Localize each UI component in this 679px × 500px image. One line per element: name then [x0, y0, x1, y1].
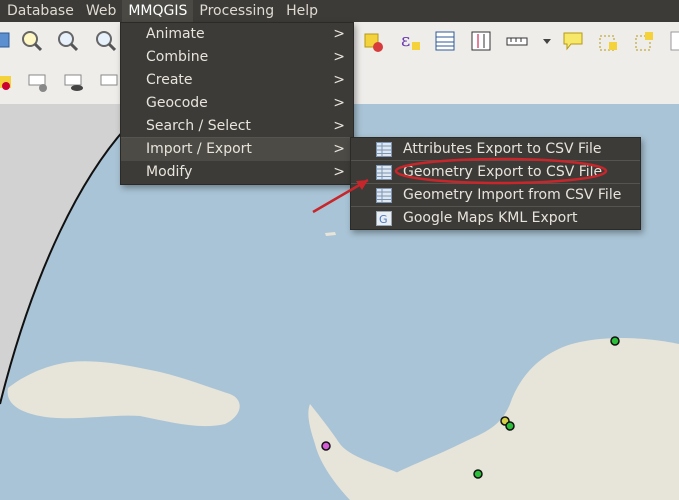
- label-pin-icon[interactable]: [28, 72, 50, 94]
- submenu-arrow-icon: >: [333, 26, 345, 42]
- zoom-out-icon[interactable]: [56, 30, 78, 52]
- submenu-item-kml-export[interactable]: G Google Maps KML Export: [351, 207, 640, 230]
- attribute-table-icon[interactable]: [434, 30, 456, 52]
- submenu-arrow-icon: >: [333, 49, 345, 65]
- submenu-arrow-icon: >: [333, 118, 345, 134]
- new-shapefile-icon[interactable]: [598, 30, 620, 52]
- toolbar-more-icon[interactable]: [666, 30, 679, 52]
- menu-item-search-select[interactable]: Search / Select >: [121, 115, 353, 138]
- menu-item-label: Modify: [146, 164, 193, 180]
- svg-text:ε: ε: [401, 30, 410, 51]
- submenu-item-label: Google Maps KML Export: [403, 210, 578, 226]
- menu-item-modify[interactable]: Modify >: [121, 161, 353, 184]
- menu-item-label: Create: [146, 72, 193, 88]
- measure-icon[interactable]: [506, 30, 528, 52]
- google-icon: G: [376, 211, 392, 226]
- submenu-arrow-icon: >: [333, 72, 345, 88]
- menubar: Database Web MMQGIS Processing Help: [0, 0, 679, 22]
- menu-help[interactable]: Help: [280, 0, 324, 22]
- select-features-icon[interactable]: [363, 32, 385, 54]
- menu-item-label: Import / Export: [146, 141, 252, 157]
- label-icon[interactable]: [0, 72, 16, 94]
- menu-processing[interactable]: Processing: [193, 0, 280, 22]
- statistics-icon[interactable]: [470, 30, 492, 52]
- label-show-icon[interactable]: [64, 72, 86, 94]
- menu-item-label: Geocode: [146, 95, 208, 111]
- table-icon: [376, 165, 392, 180]
- submenu-item-attributes-export[interactable]: Attributes Export to CSV File: [351, 138, 640, 161]
- table-icon: [376, 188, 392, 203]
- menu-item-label: Combine: [146, 49, 209, 65]
- submenu-arrow-icon: >: [333, 164, 345, 180]
- menu-web[interactable]: Web: [80, 0, 123, 22]
- menu-item-combine[interactable]: Combine >: [121, 46, 353, 69]
- submenu-arrow-icon: >: [333, 141, 345, 157]
- annotation-icon[interactable]: [562, 30, 584, 52]
- menu-item-label: Animate: [146, 26, 205, 42]
- menu-item-animate[interactable]: Animate >: [121, 23, 353, 46]
- menu-item-import-export[interactable]: Import / Export >: [121, 138, 353, 161]
- pan-to-selection-icon[interactable]: [0, 30, 16, 52]
- menu-item-label: Search / Select: [146, 118, 251, 134]
- label-move-icon[interactable]: [100, 72, 122, 94]
- svg-text:G: G: [379, 213, 388, 226]
- chevron-down-icon[interactable]: [536, 30, 558, 52]
- zoom-in-icon[interactable]: [20, 30, 42, 52]
- zoom-selection-icon[interactable]: [94, 30, 116, 52]
- submenu-item-geometry-export[interactable]: Geometry Export to CSV File: [351, 161, 640, 184]
- submenu-item-label: Geometry Export to CSV File: [403, 164, 603, 180]
- expression-icon[interactable]: ε: [399, 30, 421, 52]
- submenu-item-label: Geometry Import from CSV File: [403, 187, 622, 203]
- menu-database[interactable]: Database: [0, 0, 80, 22]
- import-export-submenu: Attributes Export to CSV File Geometry E…: [350, 137, 641, 230]
- table-icon: [376, 142, 392, 157]
- menu-item-create[interactable]: Create >: [121, 69, 353, 92]
- submenu-item-geometry-import[interactable]: Geometry Import from CSV File: [351, 184, 640, 207]
- submenu-item-label: Attributes Export to CSV File: [403, 141, 602, 157]
- add-feature-icon[interactable]: [634, 30, 656, 52]
- menu-mmqgis[interactable]: MMQGIS: [122, 0, 194, 22]
- mmqgis-menu: Animate > Combine > Create > Geocode > S…: [120, 22, 354, 185]
- menu-item-geocode[interactable]: Geocode >: [121, 92, 353, 115]
- submenu-arrow-icon: >: [333, 95, 345, 111]
